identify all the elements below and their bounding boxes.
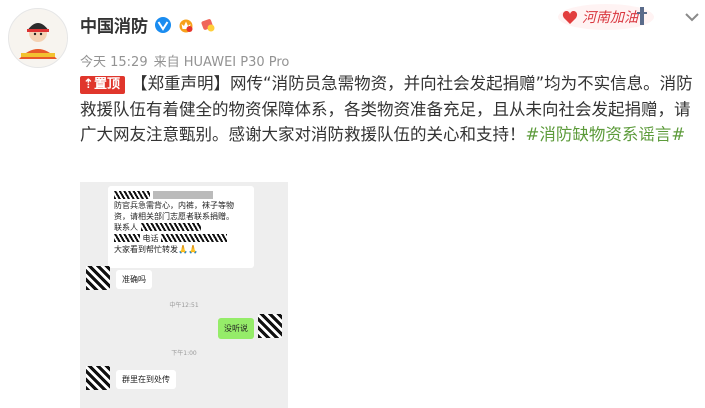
pinned-label: 置顶 [94, 77, 121, 92]
pinned-badge: ⇡置顶 [80, 76, 126, 94]
chat-avatar-left-2 [86, 366, 110, 390]
attached-chat-screenshot[interactable]: 防官兵急需背心，内裤，袜子等物 资，请相关部门志愿者联系捐赠。 联系人 电话 大… [80, 182, 288, 408]
account-name-row: 中国消防 [80, 12, 216, 37]
chat-line: 防官兵急需背心，内裤，袜子等物 [114, 201, 234, 210]
chat-message-1: 防官兵急需背心，内裤，袜子等物 资，请相关部门志愿者联系捐赠。 联系人 电话 大… [108, 186, 254, 268]
chat-line: 电话 [142, 234, 159, 243]
post-time[interactable]: 今天 15:29 [80, 51, 148, 70]
fan-badge-icon[interactable] [200, 17, 216, 33]
member-crown-icon[interactable] [178, 17, 194, 33]
chat-message-4: 群里在到处传 [116, 370, 176, 389]
chat-time-1: 中午12:51 [169, 302, 199, 309]
chat-line: 大家看到帮忙转发🙏🙏 [114, 245, 198, 254]
chat-line: 资，请相关部门志愿者联系捐赠。 [114, 212, 234, 221]
chat-avatar-right [258, 314, 282, 338]
pin-icon: ⇡ [83, 77, 94, 92]
firefighter-avatar-icon [9, 9, 67, 67]
post-body: ⇡置顶 【郑重声明】网传“消防员急需物资，并向社会发起捐赠”均为不实信息。消防救援… [80, 71, 700, 148]
hashtag-link[interactable]: #消防缺物资系谣言# [526, 125, 686, 144]
henan-support-banner: 河南加油 [558, 4, 654, 30]
account-name[interactable]: 中国消防 [80, 12, 148, 37]
chevron-down-icon[interactable] [683, 10, 701, 24]
chat-avatar-left [86, 266, 110, 290]
post-meta: 今天 15:29 来自 HUAWEI P30 Pro [80, 51, 289, 70]
chat-message-2: 准确吗 [116, 270, 152, 289]
banner-text: 河南加油 [582, 10, 640, 26]
verified-v-icon [155, 16, 171, 33]
chat-time-2: 下午1:00 [171, 350, 197, 357]
account-avatar[interactable] [8, 8, 68, 68]
post-source: 来自 HUAWEI P30 Pro [153, 55, 290, 70]
chat-message-3: 没听说 [218, 318, 254, 339]
chat-line: 联系人 [114, 223, 138, 232]
